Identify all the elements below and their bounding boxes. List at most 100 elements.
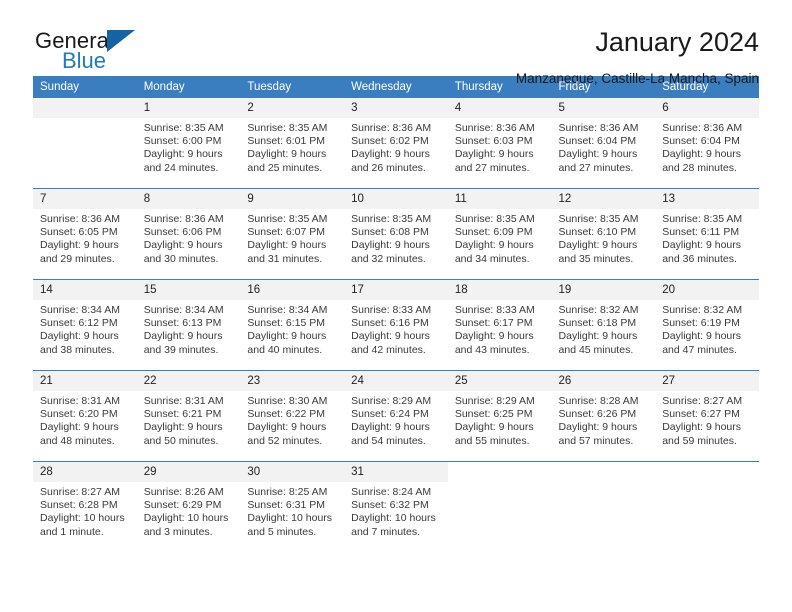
calendar-day-cell[interactable]: 1 Sunrise: 8:35 AM Sunset: 6:00 PM Daylight…	[136, 98, 241, 189]
calendar-day-cell[interactable]: 26 Sunrise: 8:28 AM Sunset: 6:26 PM Dayligh…	[551, 370, 656, 462]
calendar-day-cell[interactable]: 14 Sunrise: 8:34 AM Sunset: 6:12 PM Dayligh…	[33, 279, 137, 371]
sun-info-line: Daylight: 9 hours	[558, 148, 638, 161]
calendar-day-cell[interactable]: 9 Sunrise: 8:35 AM Sunset: 6:07 PM Daylight…	[240, 188, 345, 280]
general-blue-logo[interactable]: General Blue	[33, 26, 203, 82]
day-sun-info	[33, 118, 137, 122]
sun-info-line: and 43 minutes.	[454, 343, 530, 356]
calendar-day-cell[interactable]: 17 Sunrise: 8:33 AM Sunset: 6:16 PM Dayligh…	[344, 279, 448, 371]
sun-info-line: and 57 minutes.	[558, 434, 634, 447]
day-sun-info: Sunrise: 8:35 AM Sunset: 6:01 PM Daylight:…	[240, 118, 344, 175]
title-block: January 2024 Manzaneque, Castille-La Man…	[516, 26, 759, 89]
sun-info-line: Sunrise: 8:35 AM	[662, 213, 743, 225]
sun-info-line: Sunrise: 8:29 AM	[351, 395, 432, 407]
sun-info-line: and 29 minutes.	[40, 252, 115, 265]
sun-info-line: and 25 minutes.	[247, 161, 323, 174]
day-number: 4	[447, 98, 552, 118]
day-sun-info: Sunrise: 8:35 AM Sunset: 6:08 PM Daylight:…	[344, 209, 448, 266]
calendar-day-cell[interactable]: 18 Sunrise: 8:33 AM Sunset: 6:17 PM Dayligh…	[447, 279, 552, 371]
sun-info-line: Sunrise: 8:35 AM	[247, 213, 328, 225]
sun-info-line: and 7 minutes.	[351, 525, 420, 538]
day-sun-info: Sunrise: 8:35 AM Sunset: 6:11 PM Daylight:…	[655, 209, 759, 266]
calendar-day-cell[interactable]: 30 Sunrise: 8:25 AM Sunset: 6:31 PM Dayligh…	[240, 461, 345, 552]
day-sun-info: Sunrise: 8:36 AM Sunset: 6:04 PM Daylight:…	[552, 118, 656, 175]
sun-info-line: Daylight: 9 hours	[558, 421, 638, 434]
calendar-day-cell[interactable]: 3 Sunrise: 8:36 AM Sunset: 6:02 PM Daylight…	[344, 98, 448, 189]
calendar-day-cell[interactable]: 21 Sunrise: 8:31 AM Sunset: 6:20 PM Dayligh…	[33, 370, 137, 462]
triangle-flag-icon	[107, 30, 135, 52]
calendar-day-cell[interactable]: 20 Sunrise: 8:32 AM Sunset: 6:19 PM Dayligh…	[655, 279, 759, 371]
calendar-day-cell[interactable]: 24 Sunrise: 8:29 AM Sunset: 6:24 PM Dayligh…	[344, 370, 448, 462]
day-number: 13	[655, 189, 759, 209]
sun-info-line: Daylight: 9 hours	[558, 239, 638, 252]
sun-info-line: Sunrise: 8:36 AM	[454, 122, 535, 134]
sun-info-line: Sunset: 6:29 PM	[143, 499, 222, 512]
sun-info-line: Daylight: 9 hours	[40, 330, 119, 343]
calendar-day-cell[interactable]: 23 Sunrise: 8:30 AM Sunset: 6:22 PM Dayligh…	[240, 370, 345, 462]
sun-info-line: Sunrise: 8:34 AM	[247, 304, 328, 316]
calendar-day-cell[interactable]: 22 Sunrise: 8:31 AM Sunset: 6:21 PM Dayligh…	[136, 370, 241, 462]
calendar-day-cell[interactable]: 28 Sunrise: 8:27 AM Sunset: 6:28 PM Dayligh…	[33, 461, 137, 552]
sun-info-line: Daylight: 9 hours	[662, 421, 742, 434]
sun-info-line: and 3 minutes.	[143, 525, 213, 538]
calendar-day-cell[interactable]: 6 Sunrise: 8:36 AM Sunset: 6:04 PM Daylight…	[655, 98, 759, 189]
weekday-header-tuesday: Tuesday	[240, 76, 345, 98]
calendar-day-cell[interactable]: 31 Sunrise: 8:24 AM Sunset: 6:32 PM Dayligh…	[344, 461, 448, 552]
sun-info-line: Sunset: 6:28 PM	[40, 499, 118, 512]
calendar-day-cell[interactable]: 11 Sunrise: 8:35 AM Sunset: 6:09 PM Dayligh…	[447, 188, 552, 280]
day-sun-info: Sunrise: 8:36 AM Sunset: 6:05 PM Daylight:…	[33, 209, 137, 266]
calendar-empty-cell	[447, 461, 552, 552]
calendar-day-cell[interactable]: 5 Sunrise: 8:36 AM Sunset: 6:04 PM Daylight…	[551, 98, 656, 189]
sun-info-line: Sunset: 6:31 PM	[247, 499, 326, 512]
day-number: 23	[240, 371, 345, 391]
day-sun-info: Sunrise: 8:27 AM Sunset: 6:28 PM Daylight:…	[33, 482, 137, 539]
day-number	[551, 462, 656, 482]
sun-info-line: and 48 minutes.	[40, 434, 115, 447]
sun-info-line: and 31 minutes.	[247, 252, 323, 265]
sun-info-line: Sunset: 6:19 PM	[662, 317, 740, 330]
calendar-day-cell[interactable]: 2 Sunrise: 8:35 AM Sunset: 6:01 PM Daylight…	[240, 98, 345, 189]
sun-info-line: Sunrise: 8:30 AM	[247, 395, 328, 407]
sun-info-line: Sunset: 6:32 PM	[351, 499, 429, 512]
sun-info-line: and 55 minutes.	[454, 434, 530, 447]
calendar-day-cell[interactable]: 8 Sunrise: 8:36 AM Sunset: 6:06 PM Daylight…	[136, 188, 241, 280]
calendar-day-cell[interactable]: 10 Sunrise: 8:35 AM Sunset: 6:08 PM Dayligh…	[344, 188, 448, 280]
calendar-day-cell[interactable]: 19 Sunrise: 8:32 AM Sunset: 6:18 PM Dayligh…	[551, 279, 656, 371]
calendar-grid: Sunday Monday Tuesday Wednesday Thursday…	[33, 76, 759, 552]
day-sun-info: Sunrise: 8:35 AM Sunset: 6:09 PM Daylight:…	[448, 209, 552, 266]
calendar-day-cell[interactable]: 12 Sunrise: 8:35 AM Sunset: 6:10 PM Dayligh…	[551, 188, 656, 280]
day-sun-info: Sunrise: 8:35 AM Sunset: 6:10 PM Daylight:…	[552, 209, 656, 266]
sun-info-line: Sunrise: 8:36 AM	[662, 122, 743, 134]
sun-info-line: Sunset: 6:13 PM	[143, 317, 222, 330]
sun-info-line: Daylight: 9 hours	[454, 148, 534, 161]
calendar-day-cell[interactable]: 13 Sunrise: 8:35 AM Sunset: 6:11 PM Dayligh…	[655, 188, 759, 280]
sun-info-line: and 28 minutes.	[662, 161, 737, 174]
day-number: 6	[655, 98, 759, 118]
sun-info-line: and 42 minutes.	[351, 343, 426, 356]
sun-info-line: Daylight: 9 hours	[454, 239, 534, 252]
day-sun-info: Sunrise: 8:25 AM Sunset: 6:31 PM Daylight:…	[240, 482, 344, 539]
sun-info-line: Sunset: 6:05 PM	[40, 226, 118, 239]
calendar-day-cell[interactable]: 29 Sunrise: 8:26 AM Sunset: 6:29 PM Dayligh…	[136, 461, 241, 552]
calendar-day-cell[interactable]: 16 Sunrise: 8:34 AM Sunset: 6:15 PM Dayligh…	[240, 279, 345, 371]
sun-info-line: and 47 minutes.	[662, 343, 737, 356]
sun-info-line: Daylight: 9 hours	[662, 239, 742, 252]
sun-info-line: and 34 minutes.	[454, 252, 530, 265]
sun-info-line: Sunrise: 8:33 AM	[351, 304, 432, 316]
calendar-day-cell[interactable]: 7 Sunrise: 8:36 AM Sunset: 6:05 PM Daylight…	[33, 188, 137, 280]
calendar-day-cell[interactable]: 15 Sunrise: 8:34 AM Sunset: 6:13 PM Dayligh…	[136, 279, 241, 371]
calendar-day-cell[interactable]: 4 Sunrise: 8:36 AM Sunset: 6:03 PM Daylight…	[447, 98, 552, 189]
day-number: 24	[344, 371, 448, 391]
calendar-day-cell[interactable]: 25 Sunrise: 8:29 AM Sunset: 6:25 PM Dayligh…	[447, 370, 552, 462]
sun-info-line: Sunset: 6:03 PM	[454, 135, 533, 148]
sun-info-line: Daylight: 9 hours	[143, 239, 223, 252]
day-sun-info: Sunrise: 8:36 AM Sunset: 6:03 PM Daylight:…	[448, 118, 552, 175]
calendar-day-cell[interactable]: 27 Sunrise: 8:27 AM Sunset: 6:27 PM Dayligh…	[655, 370, 759, 462]
calendar-page: General Blue January 2024 Manzaneque, Ca…	[0, 0, 792, 612]
calendar-week-row: 28 Sunrise: 8:27 AM Sunset: 6:28 PM Dayligh…	[33, 461, 759, 552]
sun-info-line: and 54 minutes.	[351, 434, 426, 447]
day-sun-info: Sunrise: 8:34 AM Sunset: 6:12 PM Daylight:…	[33, 300, 137, 357]
sun-info-line: Sunrise: 8:35 AM	[558, 213, 639, 225]
day-number: 26	[551, 371, 656, 391]
day-number: 2	[240, 98, 345, 118]
sun-info-line: Sunrise: 8:29 AM	[454, 395, 535, 407]
